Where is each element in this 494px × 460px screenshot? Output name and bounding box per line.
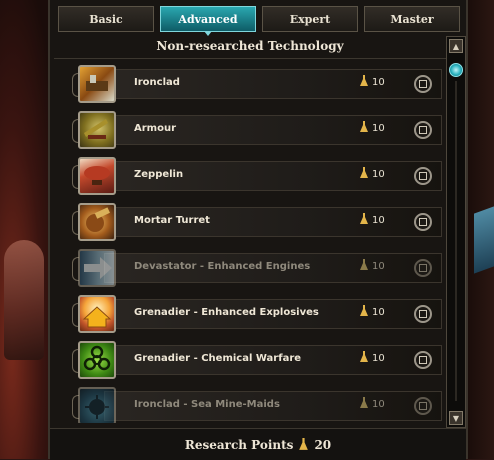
technology-name: Mortar Turret (134, 215, 210, 226)
research-cost: 10 (372, 399, 385, 410)
background-scene-right (468, 0, 494, 459)
research-button[interactable] (414, 351, 432, 369)
research-cost: 10 (372, 169, 385, 180)
technology-row[interactable]: Devastator - Enhanced Engines 10 (72, 245, 444, 291)
flask-icon (360, 397, 368, 408)
background-character (4, 240, 44, 360)
technology-row[interactable]: Armour 10 (72, 107, 444, 153)
technology-name: Ironclad - Sea Mine-Maids (134, 399, 280, 410)
research-button-icon (419, 402, 427, 410)
enhanced-engines-icon (78, 249, 116, 287)
technology-row[interactable]: Grenadier - Enhanced Explosives 10 (72, 291, 444, 337)
research-cost: 10 (372, 215, 385, 226)
research-button[interactable] (414, 259, 432, 277)
research-button-icon (419, 264, 427, 272)
research-button[interactable] (414, 75, 432, 93)
flask-icon (360, 351, 368, 362)
tab-advanced[interactable]: Advanced (160, 6, 256, 36)
scrollbar[interactable]: ▲ ▼ (446, 36, 466, 428)
research-cost: 10 (372, 261, 385, 272)
research-points-footer: Research Points 20 (50, 428, 466, 460)
research-cost: 10 (372, 353, 385, 364)
flask-icon (360, 305, 368, 316)
technology-row[interactable]: Ironclad - Sea Mine-Maids 10 (72, 383, 444, 423)
scroll-down-icon[interactable]: ▼ (449, 411, 463, 425)
flask-icon (360, 121, 368, 132)
ironclad-icon (78, 65, 116, 103)
technology-row[interactable]: Zeppelin 10 (72, 153, 444, 199)
biohazard-icon (78, 341, 116, 379)
technology-name: Grenadier - Chemical Warfare (134, 353, 302, 364)
background-effect (474, 206, 494, 274)
research-cost: 10 (372, 123, 385, 134)
research-button-icon (419, 218, 427, 226)
flask-icon (360, 213, 368, 224)
scroll-track[interactable] (455, 81, 457, 401)
research-points-label: Research Points (184, 437, 294, 452)
flask-icon (360, 167, 368, 178)
flask-icon (299, 438, 309, 450)
research-button[interactable] (414, 167, 432, 185)
mortar-turret-icon (78, 203, 116, 241)
research-button-icon (419, 80, 427, 88)
tab-master[interactable]: Master (364, 6, 460, 32)
research-button-icon (419, 126, 427, 134)
research-button-icon (419, 172, 427, 180)
research-button[interactable] (414, 213, 432, 231)
tab-expert[interactable]: Expert (262, 6, 358, 32)
research-button-icon (419, 356, 427, 364)
research-button[interactable] (414, 305, 432, 323)
flask-icon (360, 75, 368, 86)
tier-tabs: Basic Advanced Expert Master (58, 6, 460, 36)
zeppelin-icon (78, 157, 116, 195)
technology-list: Ironclad 10 Armour 10 Zeppelin 10 Mortar… (72, 61, 444, 423)
research-cost: 10 (372, 307, 385, 318)
technology-name: Zeppelin (134, 169, 184, 180)
armour-icon (78, 111, 116, 149)
sea-mine-icon (78, 387, 116, 423)
research-cost: 10 (372, 77, 385, 88)
technology-name: Armour (134, 123, 177, 134)
research-panel: Basic Advanced Expert Master Non-researc… (48, 0, 468, 460)
technology-name: Devastator - Enhanced Engines (134, 261, 311, 272)
scroll-thumb[interactable] (449, 63, 463, 77)
scroll-up-icon[interactable]: ▲ (449, 39, 463, 53)
research-button[interactable] (414, 397, 432, 415)
technology-row[interactable]: Ironclad 10 (72, 61, 444, 107)
research-button-icon (419, 310, 427, 318)
panel-title: Non-researched Technology (54, 34, 446, 59)
research-points-value: 20 (314, 437, 332, 452)
enhanced-explosives-icon (78, 295, 116, 333)
tab-basic[interactable]: Basic (58, 6, 154, 32)
research-button[interactable] (414, 121, 432, 139)
technology-row[interactable]: Grenadier - Chemical Warfare 10 (72, 337, 444, 383)
flask-icon (360, 259, 368, 270)
technology-row[interactable]: Mortar Turret 10 (72, 199, 444, 245)
technology-name: Grenadier - Enhanced Explosives (134, 307, 319, 318)
technology-name: Ironclad (134, 77, 180, 88)
